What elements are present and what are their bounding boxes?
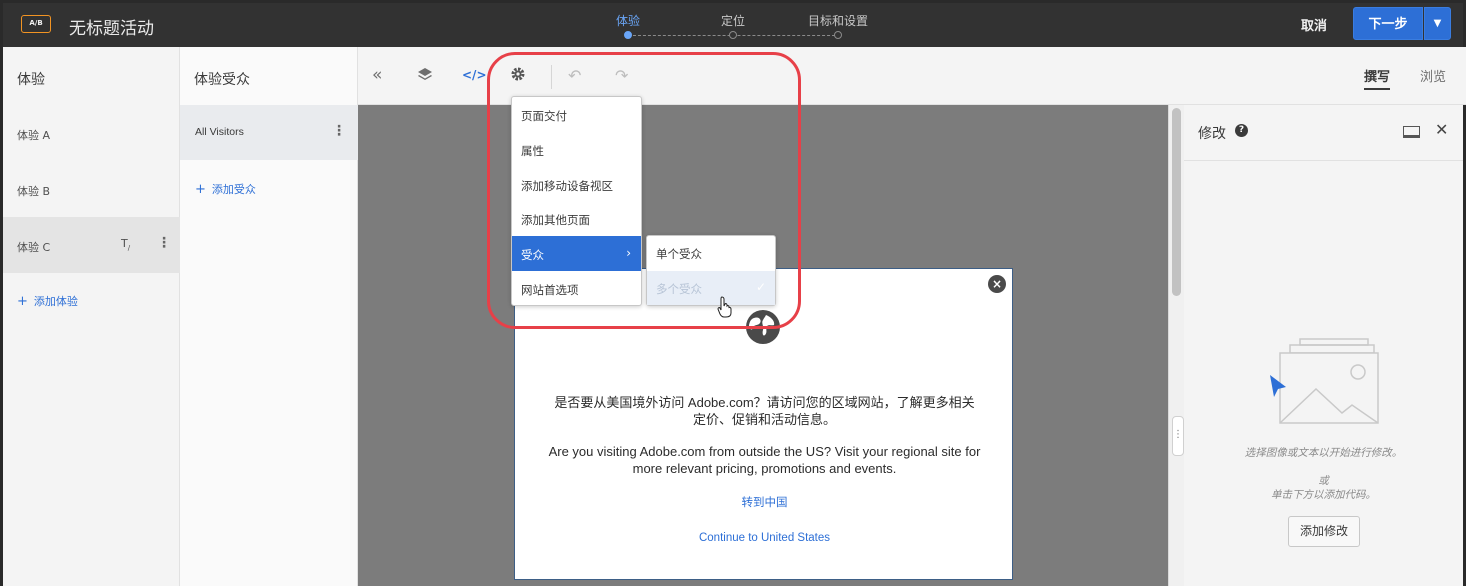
globe-icon (746, 310, 780, 344)
experience-label: 体验 B (17, 185, 51, 198)
modal-text-zh-line2: 定价、促销和活动信息。 (692, 412, 836, 427)
hint-add-code: 单击下方以添加代码。 (1271, 489, 1376, 501)
experience-item-a[interactable]: 体验 A (3, 105, 180, 161)
workflow-steps: 体验 定位 目标和设置 (593, 12, 893, 42)
modifications-title: 修改 (1198, 126, 1226, 142)
hint-or: 或 (1318, 475, 1329, 487)
add-modification-button[interactable]: 添加修改 (1288, 516, 1360, 547)
modal-text-zh-line1: 是否要从美国境外访问 Adobe.com？请访问您的区域网站，了解更多相关 (554, 395, 975, 410)
top-bar: A/B 无标题活动 体验 定位 目标和设置 取消 下一步 ▼ (0, 0, 1466, 47)
hand-cursor-icon (717, 296, 732, 318)
close-icon[interactable]: × (988, 275, 1006, 293)
add-experience-label: 添加体验 (33, 295, 78, 308)
activity-title[interactable]: 无标题活动 (69, 14, 154, 39)
experience-label: 体验 A (17, 129, 51, 142)
experience-item-c[interactable]: 体验 C T/ ⋮ (3, 217, 180, 273)
step-goals-settings[interactable]: 目标和设置 (808, 12, 868, 29)
more-options-icon[interactable]: ⋮ (157, 235, 171, 251)
modal-text-en-line2: more relevant pricing, promotions and ev… (632, 461, 897, 476)
collapse-panels-icon[interactable]: « (372, 65, 382, 85)
chevron-right-icon: › (626, 246, 631, 260)
submenu-item-label: 单个受众 (656, 247, 702, 261)
chevron-down-icon: ▼ (1433, 18, 1442, 29)
settings-menu: 页面交付 属性 添加移动设备视区 添加其他页面 受众 › 网站首选项 (511, 96, 642, 306)
scrollbar-thumb[interactable] (1172, 108, 1181, 296)
audience-heading: 体验受众 (194, 72, 250, 88)
experience-item-b[interactable]: 体验 B (3, 161, 180, 217)
add-audience-link[interactable]: + 添加受众 (195, 181, 256, 197)
menu-item-label: 页面交付 (521, 109, 567, 123)
code-icon[interactable]: </> (462, 68, 487, 82)
submenu-item-single-audience[interactable]: 单个受众 (647, 236, 775, 270)
audience-panel: 体验受众 All Visitors ⋮ + 添加受众 (180, 47, 358, 586)
toolbar-separator (551, 65, 552, 89)
step-dot-goals-settings (834, 31, 842, 39)
redo-icon[interactable]: ↷ (615, 66, 628, 85)
menu-item-label: 添加其他页面 (521, 213, 590, 227)
step-experiences[interactable]: 体验 (616, 12, 640, 29)
modal-text-zh: 是否要从美国境外访问 Adobe.com？请访问您的区域网站，了解更多相关 定价… (535, 394, 994, 428)
experiences-heading: 体验 (17, 72, 45, 88)
menu-item-properties[interactable]: 属性 (512, 132, 641, 167)
menu-item-label: 网站首选项 (521, 283, 579, 297)
ab-test-badge: A/B (21, 15, 51, 33)
menu-item-audience[interactable]: 受众 › (512, 236, 641, 271)
menu-item-label: 属性 (521, 144, 544, 158)
checkmark-icon: ✓ (755, 280, 766, 294)
menu-item-label: 受众 (521, 248, 544, 262)
layers-icon[interactable] (417, 67, 433, 87)
next-dropdown-button[interactable]: ▼ (1424, 7, 1451, 40)
menu-item-site-preferences[interactable]: 网站首选项 (512, 271, 641, 306)
tab-browse[interactable]: 浏览 (1420, 66, 1446, 85)
region-modal[interactable]: × 是否要从美国境外访问 Adobe.com？请访问您的区域网站，了解更多相关 … (514, 268, 1013, 580)
tab-compose[interactable]: 撰写 (1364, 66, 1391, 90)
plus-icon: + (17, 294, 28, 309)
hint-select: 选择图像或文本以开始进行修改。 (1244, 447, 1403, 459)
next-button[interactable]: 下一步 (1353, 7, 1423, 40)
modifications-panel: 修改 ? ✕ 选择图像或文本以开始进行修改。 或 单击下方以添加代码。 添加修改 (1184, 105, 1466, 586)
more-options-icon[interactable]: ⋮ (332, 123, 346, 139)
step-dot-experiences (624, 31, 632, 39)
menu-item-add-mobile-viewport[interactable]: 添加移动设备视区 (512, 167, 641, 202)
audience-item[interactable]: All Visitors ⋮ (180, 105, 358, 160)
continue-us-link[interactable]: Continue to United States (535, 532, 994, 544)
step-dot-targeting (729, 31, 737, 39)
add-experience-link[interactable]: + 添加体验 (17, 293, 78, 309)
submenu-item-label: 多个受众 (656, 282, 702, 296)
menu-item-add-other-page[interactable]: 添加其他页面 (512, 201, 641, 236)
empty-state-illustration (1270, 338, 1379, 424)
add-audience-label: 添加受众 (211, 183, 256, 196)
modifications-header: 修改 ? ✕ (1184, 105, 1463, 161)
experiences-panel: 体验 体验 A 体验 B 体验 C T/ ⋮ + 添加体验 (0, 47, 180, 586)
audience-label: All Visitors (195, 126, 244, 138)
menu-item-page-delivery[interactable]: 页面交付 (512, 97, 641, 132)
modal-text-en: Are you visiting Adobe.com from outside … (535, 443, 994, 477)
submenu-item-multiple-audiences[interactable]: 多个受众 ✓ (647, 271, 775, 305)
go-to-china-link[interactable]: 转到中国 (535, 494, 994, 510)
monitor-icon[interactable] (1403, 126, 1420, 138)
experience-label: 体验 C (17, 241, 51, 254)
menu-item-label: 添加移动设备视区 (521, 179, 613, 193)
audience-submenu: 单个受众 多个受众 ✓ (646, 235, 776, 306)
close-icon[interactable]: ✕ (1435, 120, 1448, 139)
panel-resize-handle[interactable]: ⋮ (1172, 416, 1184, 456)
gear-icon[interactable] (510, 66, 526, 86)
rename-icon[interactable]: T/ (121, 237, 130, 252)
canvas-scrollbar[interactable] (1168, 105, 1184, 586)
step-targeting[interactable]: 定位 (721, 12, 745, 29)
help-icon[interactable]: ? (1235, 124, 1248, 137)
plus-icon: + (195, 182, 206, 197)
modal-text-en-line1: Are you visiting Adobe.com from outside … (548, 444, 981, 459)
cancel-button[interactable]: 取消 (1301, 15, 1327, 34)
undo-icon[interactable]: ↶ (568, 66, 581, 85)
